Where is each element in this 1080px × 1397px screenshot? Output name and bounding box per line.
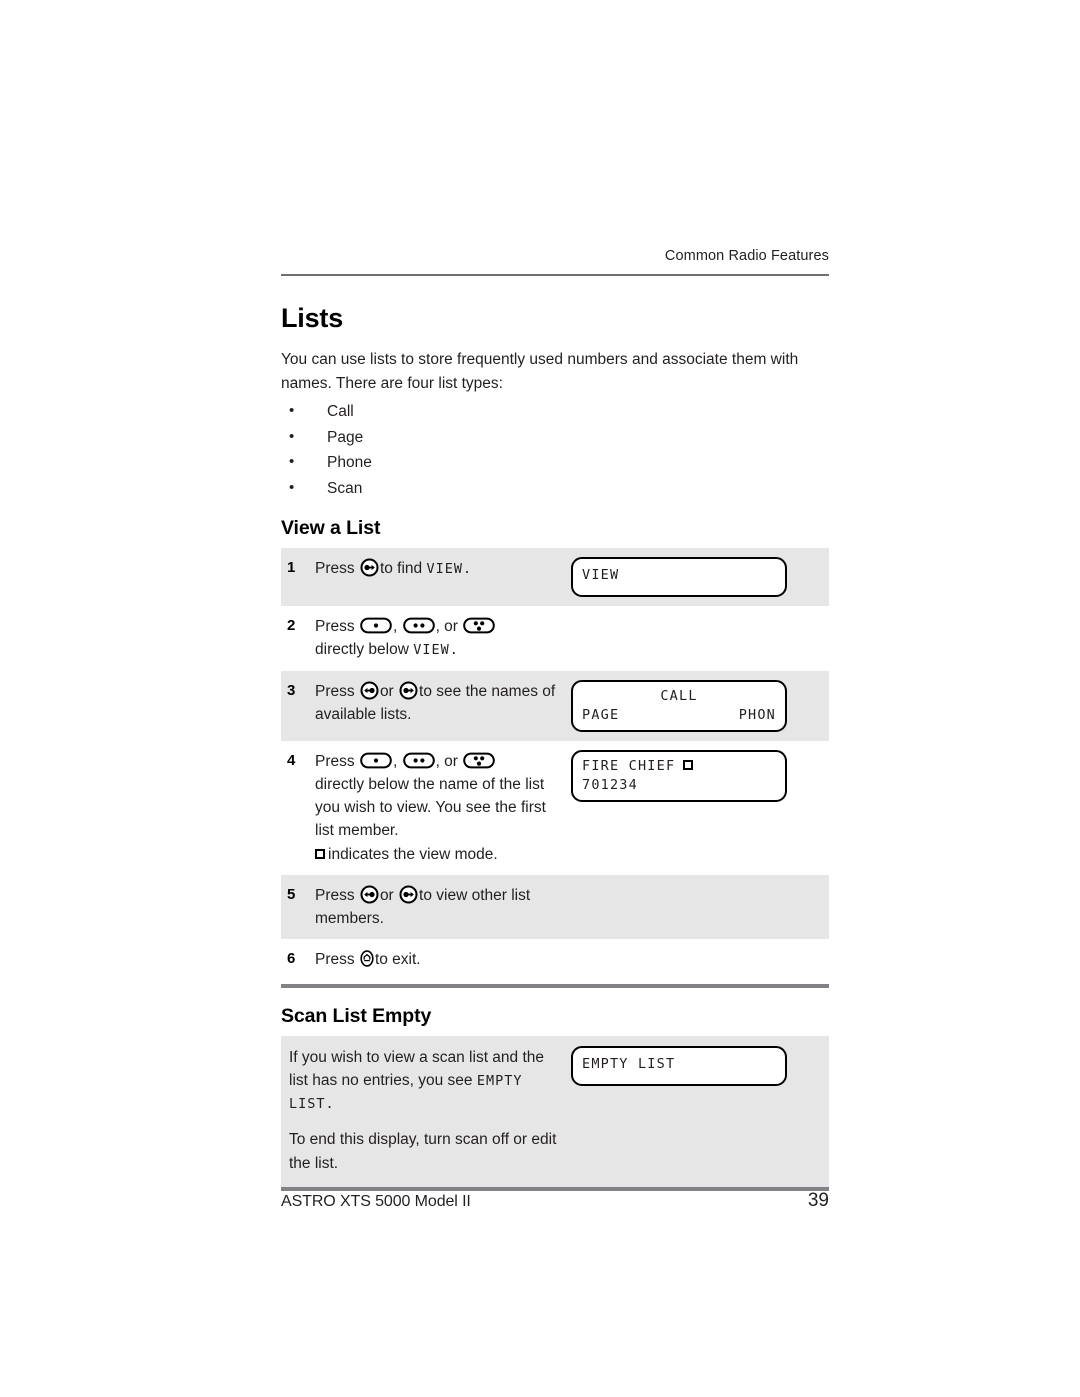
one-dot-button-icon bbox=[360, 751, 392, 770]
lcd-line-top: CALL bbox=[660, 687, 698, 704]
chapter-intro-paragraph: You can use lists to store frequently us… bbox=[281, 351, 799, 392]
step-number: 3 bbox=[287, 681, 296, 699]
lcd-line-top: FIRE CHIEF bbox=[582, 757, 776, 776]
step-text-after: directly below bbox=[315, 641, 409, 659]
step-display-cell bbox=[569, 875, 829, 940]
step-text: Press or to view other list members. bbox=[307, 875, 569, 940]
dot-right-arrow-button-icon bbox=[399, 681, 418, 700]
step-text-after: directly below the name of the list you … bbox=[315, 775, 546, 840]
step-text-before: Press bbox=[315, 886, 355, 904]
page-footer: ASTRO XTS 5000 Model II 39 bbox=[281, 1190, 829, 1212]
scan-list-empty-text: If you wish to view a scan list and the … bbox=[281, 1036, 569, 1187]
three-dot-button-icon bbox=[463, 616, 496, 635]
step-display-cell bbox=[569, 606, 829, 671]
paragraph-text-end: . bbox=[325, 1096, 335, 1113]
step-number: 2 bbox=[287, 617, 296, 635]
section-title-scan-list-empty: Scan List Empty bbox=[281, 1004, 432, 1027]
step-text-middle: to find bbox=[379, 560, 423, 578]
step-display-cell: VIEW bbox=[569, 548, 829, 606]
left-arrow-dot-button-icon bbox=[360, 681, 379, 700]
step-display-cell: FIRE CHIEF 701234 bbox=[569, 741, 829, 875]
step-text: Press , , or directly below the name of … bbox=[307, 741, 569, 875]
step-text-or: or bbox=[379, 682, 394, 700]
two-dot-button-icon bbox=[402, 616, 435, 635]
step-text-end: . bbox=[449, 642, 459, 659]
step-text-before: Press bbox=[315, 682, 355, 700]
step-display-cell bbox=[569, 939, 829, 980]
step-display-cell: CALL PAGE PHON bbox=[569, 671, 829, 741]
list-types-bullet-list: Call Page Phone Scan bbox=[281, 403, 829, 497]
page-header: Common Radio Features bbox=[281, 248, 829, 277]
step-text-after: . bbox=[463, 561, 473, 578]
section-divider-rule bbox=[281, 983, 829, 988]
table-row: 6 Press to exit. bbox=[281, 939, 829, 980]
view-a-list-procedure-table: 1 Press to find VIEW. VIEW 2 Press , , o… bbox=[281, 548, 829, 981]
step-number: 1 bbox=[287, 559, 296, 577]
running-head: Common Radio Features bbox=[664, 248, 829, 264]
step-text-before: Press bbox=[315, 951, 355, 969]
step-note-text: indicates the view mode. bbox=[328, 845, 498, 863]
lcd-line: EMPTY LIST bbox=[582, 1055, 676, 1072]
table-row: 1 Press to find VIEW. VIEW bbox=[281, 548, 829, 607]
lcd-line-bottom: PAGE PHON bbox=[582, 706, 776, 725]
paragraph: If you wish to view a scan list and the … bbox=[289, 1046, 561, 1116]
step-text-before: Press bbox=[315, 618, 355, 636]
step-text-before: Press bbox=[315, 560, 355, 578]
step-text: Press to find VIEW. bbox=[307, 548, 569, 606]
header-divider-rule bbox=[281, 274, 829, 277]
radio-lcd-display: FIRE CHIEF 701234 bbox=[571, 749, 787, 802]
dot-right-arrow-button-icon bbox=[360, 558, 379, 577]
scan-list-empty-display-cell: EMPTY LIST bbox=[569, 1036, 829, 1187]
section-title-view-a-list: View a List bbox=[281, 517, 381, 540]
home-exit-button-icon bbox=[360, 950, 374, 968]
step-text-or: or bbox=[379, 886, 394, 904]
lcd-line: VIEW bbox=[582, 567, 620, 584]
list-item: Scan bbox=[281, 480, 829, 497]
step-text-before: Press bbox=[315, 752, 355, 770]
chapter-title: Lists bbox=[281, 303, 344, 333]
lcd-softkey-right: PHON bbox=[738, 706, 776, 723]
three-dot-button-icon bbox=[463, 751, 496, 770]
two-dot-button-icon bbox=[402, 751, 435, 770]
lcd-list-name: FIRE CHIEF bbox=[582, 757, 676, 774]
step-number: 5 bbox=[287, 885, 296, 903]
step-text: Press , , or directly below VIEW. bbox=[307, 606, 569, 671]
radio-lcd-display: CALL PAGE PHON bbox=[571, 679, 787, 732]
page-number: 39 bbox=[807, 1190, 829, 1211]
scan-list-empty-panel: If you wish to view a scan list and the … bbox=[281, 1035, 829, 1187]
lcd-softkey-left: PAGE bbox=[582, 706, 620, 723]
lcd-line-bottom: 701234 bbox=[582, 776, 638, 793]
step-number: 4 bbox=[287, 751, 296, 769]
icon-separator: , or bbox=[435, 618, 458, 636]
table-row: 5 Press or to view other list members. bbox=[281, 874, 829, 940]
list-item: Phone bbox=[281, 454, 829, 471]
dot-right-arrow-button-icon bbox=[399, 885, 418, 904]
display-term: VIEW bbox=[413, 642, 450, 659]
paragraph: To end this display, turn scan off or ed… bbox=[289, 1131, 557, 1172]
table-row: 2 Press , , or directly below VIEW. bbox=[281, 606, 829, 671]
display-term: VIEW bbox=[426, 561, 463, 578]
radio-lcd-display: VIEW bbox=[571, 557, 787, 598]
list-item: Call bbox=[281, 403, 829, 420]
step-text: Press or to see the names of available l… bbox=[307, 671, 569, 741]
table-row: 4 Press , , or directly below the name o… bbox=[281, 741, 829, 875]
radio-lcd-display: EMPTY LIST bbox=[571, 1045, 787, 1086]
step-text-after: to exit. bbox=[374, 951, 421, 969]
page-content: Lists You can use lists to store frequen… bbox=[281, 303, 829, 1191]
one-dot-button-icon bbox=[360, 616, 392, 635]
table-row: 3 Press or to see the names of available… bbox=[281, 670, 829, 741]
icon-separator: , bbox=[392, 618, 398, 636]
left-arrow-dot-button-icon bbox=[360, 885, 379, 904]
icon-separator: , bbox=[392, 752, 398, 770]
step-number: 6 bbox=[287, 950, 296, 968]
icon-separator: , or bbox=[435, 752, 458, 770]
square-indicator-icon bbox=[315, 848, 325, 859]
square-indicator-icon bbox=[683, 759, 694, 770]
list-item: Page bbox=[281, 429, 829, 446]
document-page: Common Radio Features Lists You can use … bbox=[0, 0, 1080, 1397]
footer-model-name: ASTRO XTS 5000 Model II bbox=[281, 1193, 471, 1210]
step-text: Press to exit. bbox=[307, 939, 569, 980]
